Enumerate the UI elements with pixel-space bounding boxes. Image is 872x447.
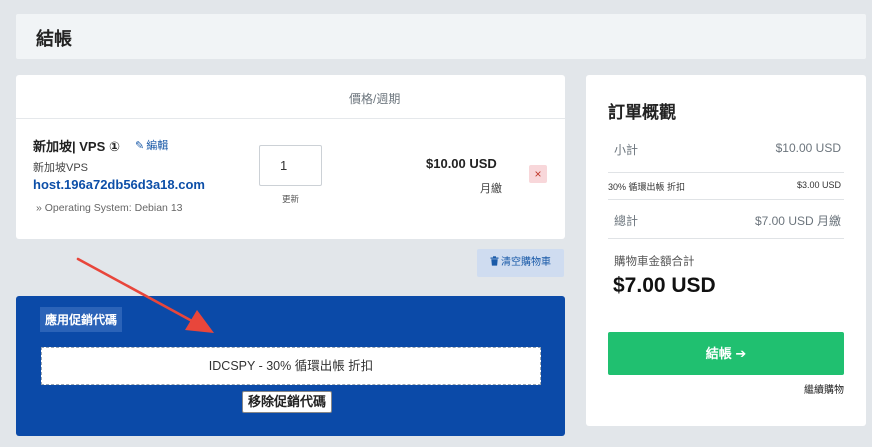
continue-shopping-link[interactable]: 繼續購物	[804, 381, 844, 396]
applied-promo-code: IDCSPY - 30% 循環出帳 折扣	[41, 347, 541, 385]
subtotal-row: 小計 $10.00 USD	[608, 134, 844, 162]
price-cycle-header: 價格/週期	[349, 92, 401, 106]
discount-row: 30% 循環出帳 折扣 $3.00 USD	[608, 174, 844, 202]
product-hostname: host.196a72db56d3a18.com	[33, 177, 205, 192]
cart-total-value: $7.00 USD	[613, 274, 716, 297]
cart-items-panel: 價格/週期 新加坡| VPS ① ✎ 編輯 新加坡VPS host.196a72d…	[16, 75, 565, 239]
quantity-input[interactable]	[259, 145, 322, 186]
cart-total-label: 購物車金額合計	[614, 256, 695, 268]
remove-item-button[interactable]: ×	[529, 165, 547, 183]
billing-period: 月繳	[480, 183, 502, 195]
summary-divider	[608, 172, 844, 173]
empty-cart-label: 清空購物車	[501, 257, 551, 268]
edit-label: 編輯	[146, 140, 169, 152]
order-summary-panel: 訂單概觀 小計 $10.00 USD 30% 循環出帳 折扣 $3.00 USD…	[586, 75, 866, 426]
pencil-icon: ✎	[135, 140, 145, 152]
total-row: 總計 $7.00 USD 月繳	[608, 204, 844, 232]
product-group: 新加坡VPS	[33, 162, 89, 174]
total-label: 總計	[614, 214, 639, 228]
summary-title: 訂單概觀	[608, 103, 676, 122]
remove-promo-button[interactable]: 移除促銷代碼	[242, 391, 333, 413]
total-value: $7.00 USD 月繳	[754, 214, 841, 228]
discount-label: 30% 循環出帳 折扣	[608, 182, 686, 192]
edit-product-link[interactable]: ✎ 編輯	[135, 137, 168, 153]
product-os-option: » Operating System: Debian 13	[36, 202, 183, 214]
empty-cart-button[interactable]: 清空購物車	[477, 249, 564, 277]
trash-icon	[490, 256, 499, 266]
page-header: 結帳	[16, 14, 866, 59]
item-price: $10.00 USD	[426, 156, 497, 171]
product-name: 新加坡| VPS ①	[33, 139, 120, 154]
page-title: 結帳	[36, 29, 72, 49]
discount-value: $3.00 USD	[796, 180, 841, 190]
summary-divider	[608, 238, 844, 239]
promo-title: 應用促銷代碼	[40, 307, 123, 332]
promo-code-panel: 應用促銷代碼 IDCSPY - 30% 循環出帳 折扣 移除促銷代碼	[16, 296, 565, 436]
subtotal-label: 小計	[614, 143, 639, 157]
cart-column-header: 價格/週期	[16, 75, 565, 119]
update-quantity-link[interactable]: 更新	[282, 193, 299, 205]
checkout-button[interactable]: 結帳 ➔	[608, 332, 844, 375]
subtotal-value: $10.00 USD	[775, 141, 841, 155]
close-icon: ×	[534, 167, 542, 181]
summary-divider	[608, 199, 844, 200]
